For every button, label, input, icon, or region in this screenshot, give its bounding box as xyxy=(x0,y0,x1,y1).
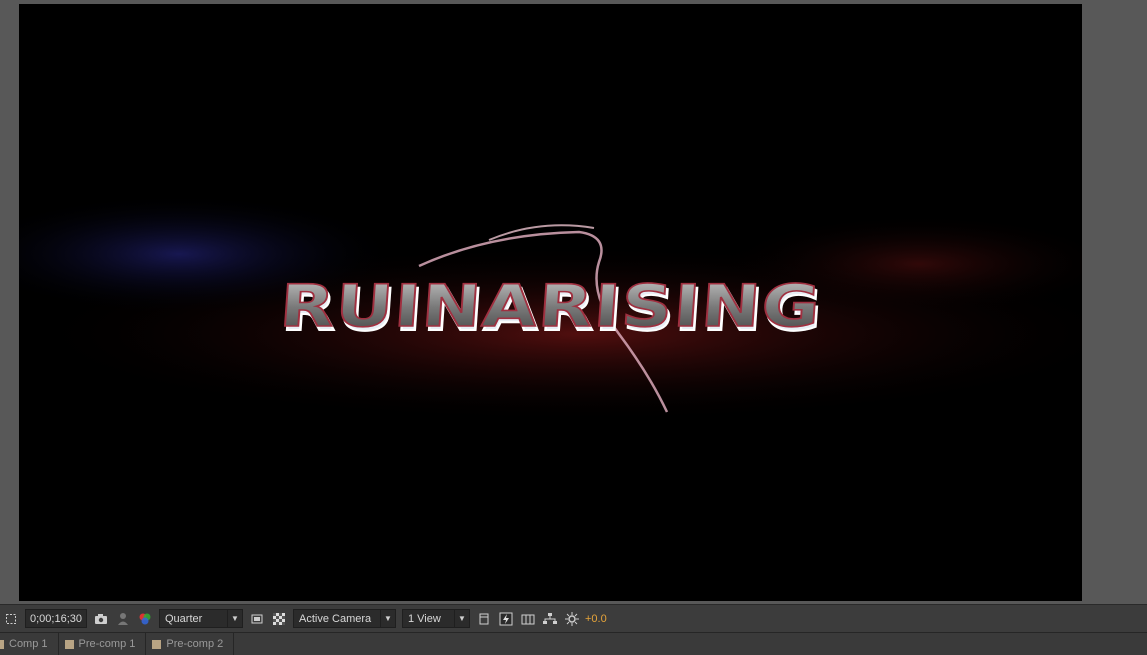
composition-tab-bar: Comp 1 Pre-comp 1 Pre-comp 2 xyxy=(0,632,1147,655)
tab-label: Pre-comp 2 xyxy=(166,638,224,650)
3d-view-icon[interactable] xyxy=(475,609,493,628)
chevron-down-icon: ▼ xyxy=(227,610,242,627)
chevron-down-icon: ▼ xyxy=(454,610,469,627)
transparency-grid-icon[interactable] xyxy=(270,609,288,628)
tab-pre-comp-1[interactable]: Pre-comp 1 xyxy=(58,633,147,655)
comp-color-swatch xyxy=(0,639,4,649)
tab-label: Comp 1 xyxy=(9,638,48,650)
view-layout-select[interactable]: 1 View ▼ xyxy=(402,609,470,628)
render-frame: RUINARISING RUINARISING xyxy=(19,4,1082,601)
tab-pre-comp-2[interactable]: Pre-comp 2 xyxy=(146,633,235,655)
comp-flowchart-icon[interactable] xyxy=(541,609,559,628)
resolution-select[interactable]: Quarter ▼ xyxy=(159,609,243,628)
tab-comp-1[interactable]: Comp 1 xyxy=(0,633,59,655)
comp-color-swatch xyxy=(64,639,74,649)
exposure-value[interactable]: +0.0 xyxy=(585,609,607,628)
title-text: RUINARISING RUINARISING xyxy=(277,272,827,345)
show-snapshot-icon[interactable] xyxy=(114,609,132,628)
reset-exposure-icon[interactable] xyxy=(563,609,581,628)
tab-label: Pre-comp 1 xyxy=(78,638,136,650)
camera-select[interactable]: Active Camera ▼ xyxy=(293,609,396,628)
composition-viewer: RUINARISING RUINARISING xyxy=(0,0,1147,604)
comp-color-swatch xyxy=(152,639,162,649)
timecode-display[interactable]: 0;00;16;30 xyxy=(25,609,87,628)
fast-preview-icon[interactable] xyxy=(497,609,515,628)
timeline-icon[interactable] xyxy=(519,609,537,628)
composition-canvas[interactable]: RUINARISING RUINARISING xyxy=(19,4,1082,601)
resolution-value: Quarter xyxy=(165,612,203,625)
toggle-mask-icon[interactable] xyxy=(248,609,266,628)
snapshot-icon[interactable] xyxy=(92,609,110,628)
color-channel-icon[interactable] xyxy=(136,609,154,628)
camera-value: Active Camera xyxy=(299,612,372,625)
region-of-interest-icon[interactable] xyxy=(2,609,20,628)
chevron-down-icon: ▼ xyxy=(380,610,395,627)
view-layout-value: 1 View xyxy=(408,612,441,625)
viewer-toolbar: 0;00;16;30 Quarter ▼ Active Camera ▼ 1 V… xyxy=(0,604,1147,632)
svg-text:RUINARISING: RUINARISING xyxy=(277,273,823,340)
